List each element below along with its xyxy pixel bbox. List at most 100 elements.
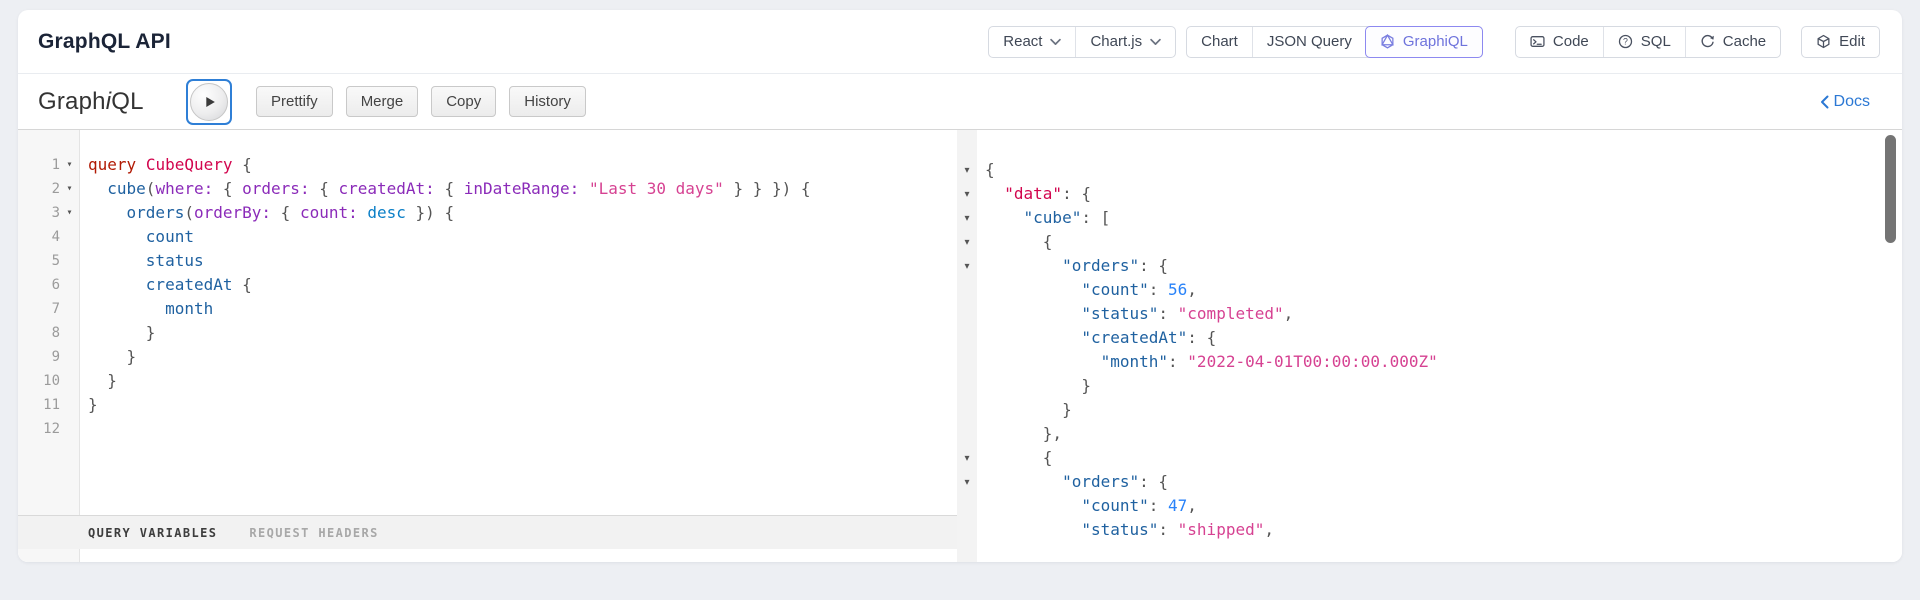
query-code[interactable]: query CubeQuery { cube(where: { orders: … xyxy=(88,153,947,441)
fold-arrow-icon[interactable]: ▾ xyxy=(958,189,977,200)
fold-arrow-icon[interactable]: ▾ xyxy=(60,153,79,177)
sql-button[interactable]: ? SQL xyxy=(1602,26,1685,57)
line-number: 2 xyxy=(51,181,60,197)
page-title: GraphQL API xyxy=(38,29,171,53)
execute-query-button[interactable] xyxy=(186,78,232,125)
code-line: } xyxy=(985,400,1072,419)
play-icon xyxy=(206,96,215,107)
code-line: { xyxy=(985,232,1053,251)
tab-json-query[interactable]: JSON Query xyxy=(1251,26,1366,57)
code-line: } xyxy=(88,371,117,390)
response-viewer: { "data": { "cube": [ { "orders": { "cou… xyxy=(977,130,1902,562)
code-line: "count": 56, xyxy=(1081,280,1197,299)
code-line: orders(orderBy: { count: desc }) { xyxy=(126,203,455,222)
view-tabs-group: Chart JSON Query GraphiQL xyxy=(1186,25,1483,58)
fold-arrow-icon[interactable]: ▾ xyxy=(958,237,977,248)
editor-area: 1 ▾ 2 ▾ 3 ▾ 4 5 6 7 8 9 10 11 12 query CubeQuery { cub… xyxy=(18,130,1902,562)
code-line: "createdAt": { xyxy=(1081,328,1217,347)
fold-arrow-icon[interactable]: ▾ xyxy=(958,453,977,464)
copy-button[interactable]: Copy xyxy=(431,86,497,117)
library-select[interactable]: Chart.js xyxy=(1075,26,1175,57)
code-line: "status": "shipped", xyxy=(1081,520,1274,539)
tab-graphiql-label: GraphiQL xyxy=(1402,33,1468,50)
line-number: 12 xyxy=(43,421,60,437)
cache-button-label: Cache xyxy=(1722,33,1767,50)
code-line: createdAt { xyxy=(145,275,252,294)
merge-button[interactable]: Merge xyxy=(345,86,419,117)
code-line: "cube": [ xyxy=(1023,208,1111,227)
tab-chart[interactable]: Chart xyxy=(1187,27,1252,57)
query-editor[interactable]: 1 ▾ 2 ▾ 3 ▾ 4 5 6 7 8 9 10 11 12 query CubeQuery { cub… xyxy=(18,130,957,562)
code-line: { xyxy=(985,160,995,179)
chevron-down-icon xyxy=(1050,38,1062,46)
code-line: } xyxy=(985,376,1091,395)
code-line: } xyxy=(88,347,137,366)
code-line: status xyxy=(145,251,204,270)
code-line: "status": "completed", xyxy=(1081,304,1294,323)
cube-icon xyxy=(1816,34,1831,49)
line-number: 9 xyxy=(51,349,60,365)
tab-request-headers[interactable]: REQUEST HEADERS xyxy=(249,521,378,545)
code-line: "orders": { xyxy=(1062,256,1169,275)
svg-text:?: ? xyxy=(1623,37,1628,47)
response-json: { "data": { "cube": [ { "orders": { "cou… xyxy=(985,158,1876,542)
fold-arrow-icon[interactable]: ▾ xyxy=(958,213,977,224)
fold-arrow-icon[interactable]: ▾ xyxy=(958,165,977,176)
toolbar-buttons: Prettify Merge Copy History xyxy=(256,86,586,117)
fold-arrow-icon[interactable]: ▾ xyxy=(958,477,977,488)
header: GraphQL API React Chart.js Chart JSON Qu… xyxy=(18,10,1902,74)
code-line: "data": { xyxy=(1004,184,1091,203)
query-line-gutter: 1 ▾ 2 ▾ 3 ▾ 4 5 6 7 8 9 10 11 12 xyxy=(18,130,80,562)
tab-query-variables[interactable]: QUERY VARIABLES xyxy=(88,521,217,545)
line-number: 6 xyxy=(51,277,60,293)
library-select-value: Chart.js xyxy=(1090,33,1143,50)
header-controls: React Chart.js Chart JSON Query GraphiQL… xyxy=(988,25,1880,58)
code-line: } xyxy=(88,323,156,342)
code-line: "count": 47, xyxy=(1081,496,1197,515)
docs-link-label: Docs xyxy=(1833,92,1870,110)
line-number: 7 xyxy=(51,301,60,317)
edit-button-group: Edit xyxy=(1801,25,1880,58)
framework-library-select-group: React Chart.js xyxy=(988,25,1177,58)
edit-button[interactable]: Edit xyxy=(1802,27,1879,57)
fold-arrow-icon[interactable]: ▾ xyxy=(60,177,79,201)
edit-button-label: Edit xyxy=(1839,33,1865,50)
graphiql-logo: GraphiQL xyxy=(38,87,144,115)
line-number: 3 xyxy=(51,205,60,221)
code-line: }, xyxy=(985,424,1063,443)
secondary-editor-bar: QUERY VARIABLES REQUEST HEADERS xyxy=(18,515,957,549)
line-number: 4 xyxy=(51,229,60,245)
sql-button-label: SQL xyxy=(1640,33,1671,50)
fold-arrow-icon[interactable]: ▾ xyxy=(60,201,79,225)
code-line: month xyxy=(165,299,214,318)
refresh-icon xyxy=(1700,34,1715,49)
framework-select-value: React xyxy=(1003,33,1043,50)
cache-button[interactable]: Cache xyxy=(1684,26,1780,57)
response-fold-gutter: ▾ ▾ ▾ ▾ ▾ ▾ ▾ xyxy=(957,130,977,562)
execute-circle xyxy=(190,82,228,121)
chevron-left-icon xyxy=(1820,95,1829,109)
line-number: 11 xyxy=(43,397,60,413)
code-line: } xyxy=(88,395,98,414)
tab-graphiql[interactable]: GraphiQL xyxy=(1364,25,1483,58)
prettify-button[interactable]: Prettify xyxy=(256,86,333,117)
code-line: "orders": { xyxy=(1062,472,1169,491)
code-line: cube(where: { orders: { createdAt: { inD… xyxy=(107,179,811,198)
history-button[interactable]: History xyxy=(509,86,586,117)
line-number: 5 xyxy=(51,253,60,269)
code-button-label: Code xyxy=(1552,33,1589,50)
code-line: "month": "2022-04-01T00:00:00.000Z" xyxy=(1100,352,1438,371)
line-number: 10 xyxy=(43,373,60,389)
code-line: { xyxy=(985,448,1053,467)
line-number: 1 xyxy=(51,157,60,173)
playground-card: GraphQL API React Chart.js Chart JSON Qu… xyxy=(18,10,1902,562)
line-number: 8 xyxy=(51,325,60,341)
chevron-down-icon xyxy=(1150,38,1161,46)
framework-select[interactable]: React xyxy=(989,27,1075,57)
docs-link[interactable]: Docs xyxy=(1820,93,1870,111)
response-scrollbar-thumb[interactable] xyxy=(1885,135,1896,243)
code-button[interactable]: Code xyxy=(1516,27,1603,57)
graphql-logo-icon xyxy=(1380,34,1395,49)
fold-arrow-icon[interactable]: ▾ xyxy=(958,261,977,272)
